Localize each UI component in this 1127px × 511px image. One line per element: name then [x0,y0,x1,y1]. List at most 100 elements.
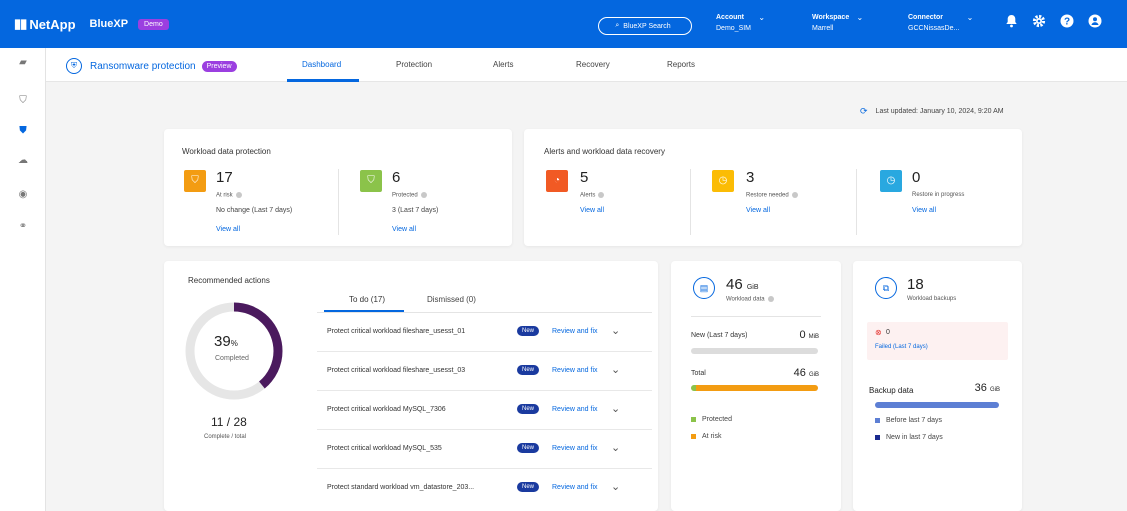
restore-progress-icon: ◷ [880,170,902,192]
backup-data-bar [875,402,999,408]
restore-needed-icon: ◷ [712,170,734,192]
total-value: 46 GiB [793,367,819,379]
chevron-down-icon[interactable]: ⌄ [611,324,620,337]
list-item[interactable]: Protect critical workload MySQL_535 New … [317,431,652,469]
workload-data-card: ▤ 46 GiB Workload data New (Last 7 days)… [671,261,841,511]
legend-new-last-7: New in last 7 days [875,434,943,441]
card-title: Alerts and workload data recovery [544,147,665,156]
share-icon[interactable]: ⚭ [14,218,32,236]
failed-link[interactable]: Failed (Last 7 days) [875,344,928,350]
workload-data-value: 46 GiB [726,276,759,293]
completion-label: Completed [215,355,249,362]
at-risk-segment [696,385,818,391]
card-title: Workload data protection [182,147,271,156]
restore-progress-value: 0 [912,169,921,186]
info-icon[interactable] [767,296,774,302]
active-tab-indicator [287,79,359,82]
new-badge: New [517,404,540,414]
canvas-icon[interactable]: ▰ [14,54,32,72]
tab-reports[interactable]: Reports [667,60,695,69]
chevron-down-icon[interactable]: ⌄ [611,441,620,454]
connector-value: GCCNissasDe... [908,25,960,32]
connector-label: Connector [908,14,943,21]
app-title: ⛨ Ransomware protection Preview [66,58,237,74]
bluexp-search-button[interactable]: ⌕ BlueXP Search [598,17,692,35]
backup-data-label: Backup data [869,386,914,395]
tab-alerts[interactable]: Alerts [493,60,513,69]
new-data-bar [691,348,818,354]
user-icon[interactable] [1086,14,1104,32]
review-and-fix-link[interactable]: Review and fix [552,367,598,374]
info-icon[interactable] [420,192,427,198]
new-badge: New [517,443,540,453]
governance-icon[interactable]: ◉ [14,186,32,204]
at-risk-view-all-link[interactable]: View all [216,226,240,233]
refresh-icon[interactable]: ⟳ [860,106,868,117]
account-label: Account [716,14,744,21]
tab-dashboard[interactable]: Dashboard [302,60,341,69]
legend-protected: Protected [691,416,732,423]
restore-needed-label: Restore needed [746,192,798,199]
chevron-down-icon[interactable]: ⌄ [611,363,620,376]
divider [691,316,821,317]
shield-icon[interactable]: ⛊ [14,122,32,140]
action-text: Protect critical workload MySQL_7306 [327,406,446,413]
legend-swatch [875,434,880,440]
info-icon[interactable] [598,192,605,198]
list-item[interactable]: Protect standard workload vm_datastore_2… [317,470,652,508]
app-subheader: ⛨ Ransomware protection Preview Dashboar… [46,48,1127,82]
failed-value: 0 [886,329,890,336]
preview-badge: Preview [201,60,237,72]
tab-protection[interactable]: Protection [396,60,432,69]
restore-progress-view-all-link[interactable]: View all [912,207,936,214]
workspace-value: Marrell [812,25,834,32]
cloud-icon[interactable]: ☁ [14,152,32,170]
search-icon: ⌕ [615,22,620,29]
tab-to-do[interactable]: To do (17) [349,295,385,304]
ransomware-icon: ⛨ [66,58,82,74]
review-and-fix-link[interactable]: Review and fix [552,484,598,491]
top-bar: ▮▮ NetApp BlueXP Demo ⌕ BlueXP Search Ac… [0,0,1127,48]
failed-icon: ⊗ [875,328,882,337]
at-risk-value: 17 [216,169,233,186]
search-label: BlueXP Search [623,22,671,30]
legend-swatch [875,417,880,423]
list-item[interactable]: Protect critical workload fileshare_uses… [317,314,652,352]
recommended-actions-card: Recommended actions 39% Completed 11 / 2… [164,261,658,511]
list-item[interactable]: Protect critical workload MySQL_7306 New… [317,392,652,430]
new-badge: New [517,482,540,492]
completion-percent: 39% [214,333,238,350]
new-badge: New [517,326,540,336]
gear-icon[interactable] [1030,14,1048,32]
tab-recovery[interactable]: Recovery [576,60,610,69]
list-item[interactable]: Protect critical workload fileshare_uses… [317,353,652,391]
account-dropdown[interactable]: Account Demo_SIM ⌄ [716,12,765,34]
legend-swatch [691,433,696,439]
netapp-logo[interactable]: ▮▮ NetApp [14,16,76,32]
restore-needed-view-all-link[interactable]: View all [746,207,770,214]
chevron-down-icon[interactable]: ⌄ [611,402,620,415]
review-and-fix-link[interactable]: Review and fix [552,328,598,335]
protection-icon[interactable]: ⛉ [14,92,32,110]
svg-text:?: ? [1064,17,1070,28]
info-icon[interactable] [791,192,798,198]
app-title-text: Ransomware protection [90,60,196,72]
tab-dismissed[interactable]: Dismissed (0) [427,295,476,304]
info-icon[interactable] [235,192,242,198]
review-and-fix-link[interactable]: Review and fix [552,406,598,413]
review-and-fix-link[interactable]: Review and fix [552,445,598,452]
restore-needed-value: 3 [746,169,755,186]
workspace-dropdown[interactable]: Workspace Marrell ⌄ [812,12,863,34]
completion-ratio-label: Complete / total [204,434,247,440]
card-title: Recommended actions [188,276,270,285]
account-value: Demo_SIM [716,25,752,32]
protected-note: 3 (Last 7 days) [392,207,439,214]
bell-icon[interactable] [1002,14,1020,32]
alerts-view-all-link[interactable]: View all [580,207,604,214]
chevron-down-icon: ⌄ [856,13,864,22]
help-icon[interactable]: ? [1058,14,1076,32]
backups-label: Workload backups [907,296,957,302]
chevron-down-icon[interactable]: ⌄ [611,480,620,493]
connector-dropdown[interactable]: Connector GCCNissasDe... ⌄ [908,12,973,34]
protected-view-all-link[interactable]: View all [392,226,416,233]
